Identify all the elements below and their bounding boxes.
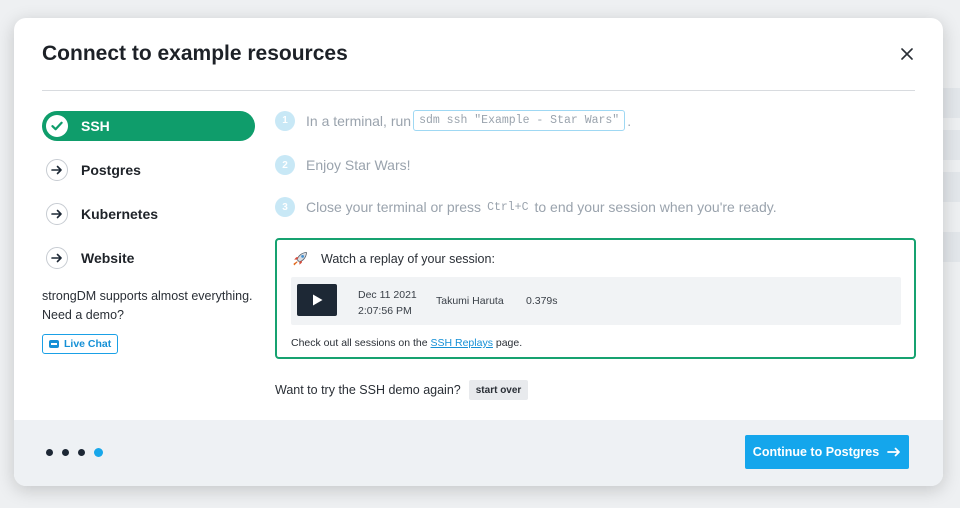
background-stripe [940, 88, 960, 118]
try-again-text: Want to try the SSH demo again? [275, 383, 461, 397]
replay-header: Watch a replay of your session: [291, 250, 495, 268]
continue-button[interactable]: Continue to Postgres [745, 435, 909, 469]
background-stripe [940, 172, 960, 202]
progress-dot [62, 449, 69, 456]
ssh-replays-link[interactable]: SSH Replays [431, 337, 493, 349]
step-number: 1 [275, 110, 295, 131]
progress-dots [46, 448, 103, 457]
step-text-end: to end your session when you're ready. [534, 199, 777, 215]
rocket-icon [291, 250, 309, 268]
nav-item-kubernetes[interactable]: Kubernetes [42, 199, 255, 229]
modal-title: Connect to example resources [42, 42, 348, 65]
nav-item-postgres[interactable]: Postgres [42, 155, 255, 185]
replay-heading: Watch a replay of your session: [321, 252, 495, 266]
keyboard-shortcut: Ctrl+C [487, 200, 529, 214]
arrow-right-circle-icon [46, 203, 68, 225]
session-time: 2:07:56 PM [358, 305, 412, 317]
session-duration: 0.379s [526, 295, 558, 307]
try-again: Want to try the SSH demo again? start ov… [275, 380, 529, 400]
arrow-right-circle-icon [46, 247, 68, 269]
step-number: 3 [275, 197, 295, 217]
step-text-end: . [627, 112, 632, 129]
replay-card: Watch a replay of your session: Dec 11 2… [275, 238, 916, 359]
chat-icon [49, 340, 59, 348]
progress-dot [78, 449, 85, 456]
start-over-button[interactable]: start over [468, 380, 529, 400]
live-chat-label: Live Chat [64, 338, 112, 350]
step-1: 1 In a terminal, run sdm ssh "Example - … [275, 110, 631, 131]
arrow-right-circle-icon [46, 159, 68, 181]
nav-item-label: SSH [81, 118, 110, 134]
background-stripe [940, 130, 960, 160]
connect-modal: Connect to example resources SSH Postgre… [14, 18, 943, 486]
replay-footer: Check out all sessions on the SSH Replay… [291, 337, 522, 349]
progress-dot-current [94, 448, 103, 457]
modal-footer: Continue to Postgres [14, 420, 943, 486]
step-text: In a terminal, run [306, 112, 412, 129]
session-datetime: Dec 11 2021 2:07:56 PM [358, 287, 417, 319]
nav-item-label: Website [81, 250, 135, 266]
background-stripe [940, 232, 960, 262]
step-2: 2 Enjoy Star Wars! [275, 155, 411, 175]
nav-item-ssh[interactable]: SSH [42, 111, 255, 141]
step-text: Close your terminal or press [306, 199, 482, 215]
live-chat-button[interactable]: Live Chat [42, 334, 119, 354]
session-date: Dec 11 2021 [358, 289, 417, 301]
step-number: 2 [275, 155, 295, 175]
progress-dot [46, 449, 53, 456]
step-3: 3 Close your terminal or press Ctrl+C to… [275, 197, 777, 217]
arrow-right-icon [887, 447, 901, 457]
demo-text: strongDM supports almost everything. Nee… [42, 289, 253, 322]
close-icon[interactable] [897, 44, 917, 64]
header-divider [42, 90, 915, 91]
nav-item-label: Postgres [81, 162, 141, 178]
replay-footer-text-end: page. [495, 337, 523, 349]
play-icon [313, 294, 323, 306]
nav-item-website[interactable]: Website [42, 243, 255, 273]
check-circle-icon [46, 115, 68, 137]
play-button[interactable] [297, 284, 337, 316]
nav-item-label: Kubernetes [81, 206, 159, 222]
session-row[interactable]: Dec 11 2021 2:07:56 PM Takumi Haruta 0.3… [291, 277, 901, 325]
step-text: Enjoy Star Wars! [306, 157, 411, 173]
command-code[interactable]: sdm ssh "Example - Star Wars" [413, 110, 626, 131]
replay-footer-text: Check out all sessions on the [291, 337, 428, 349]
session-user: Takumi Haruta [436, 295, 504, 307]
continue-label: Continue to Postgres [752, 445, 880, 459]
